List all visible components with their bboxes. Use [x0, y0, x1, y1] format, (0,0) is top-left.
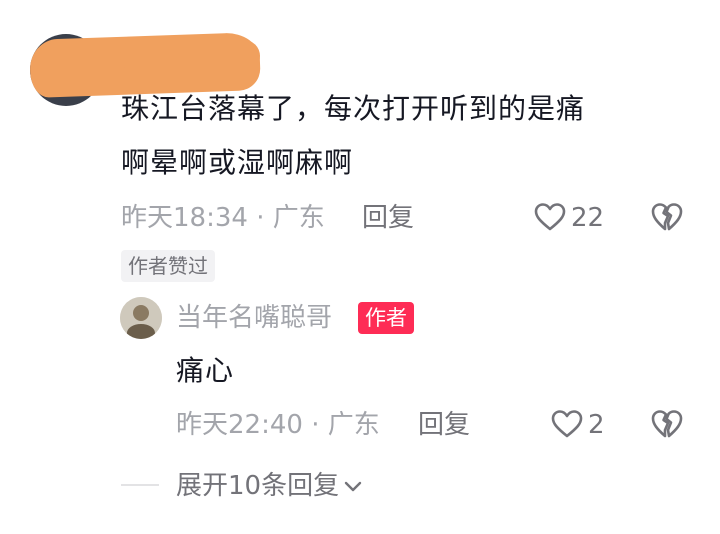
reply-reply-button[interactable]: 回复 [418, 408, 470, 442]
comment-dislike-button[interactable] [651, 202, 683, 232]
reply-location: 广东 [327, 410, 380, 440]
reply-username[interactable]: 当年名嘴聪哥 [176, 298, 332, 338]
comment-text-line-1: 珠江台落幕了，每次打开听到的是痛 [121, 92, 586, 125]
comment-location: 广东 [272, 203, 325, 233]
heart-outline-icon [551, 410, 583, 438]
reply-like-count: 2 [588, 410, 605, 440]
meta-dot: · [311, 410, 320, 440]
author-tag-badge: 作者 [358, 302, 414, 334]
reply-avatar[interactable] [120, 297, 162, 339]
reply-dislike-button[interactable] [651, 409, 683, 439]
broken-heart-icon [651, 410, 683, 438]
expand-replies-button[interactable]: 展开10条回复 [176, 469, 364, 503]
expand-divider-line [121, 484, 159, 486]
comment-text-line-2: 啊晕啊或湿啊麻啊 [121, 146, 354, 179]
broken-heart-icon [651, 203, 683, 231]
meta-dot: · [256, 203, 265, 233]
redacted-username-overlay-extra [120, 40, 260, 72]
reply-meta: 昨天22:40 · 广东 [176, 408, 380, 442]
comment-time: 昨天18:34 [121, 203, 248, 233]
avatar-image [120, 297, 162, 339]
reply-like-button[interactable] [551, 409, 583, 439]
chevron-down-icon [344, 481, 362, 492]
expand-replies-label: 展开10条回复 [176, 471, 340, 501]
comment-meta: 昨天18:34 · 广东 [121, 201, 325, 235]
heart-outline-icon [534, 203, 566, 231]
reply-time: 昨天22:40 [176, 410, 303, 440]
comment-reply-button[interactable]: 回复 [362, 201, 414, 235]
reply-text: 痛心 [176, 354, 235, 387]
comment-like-count: 22 [571, 203, 605, 233]
comment-like-button[interactable] [534, 202, 566, 232]
liked-by-author-badge: 作者赞过 [121, 250, 215, 282]
